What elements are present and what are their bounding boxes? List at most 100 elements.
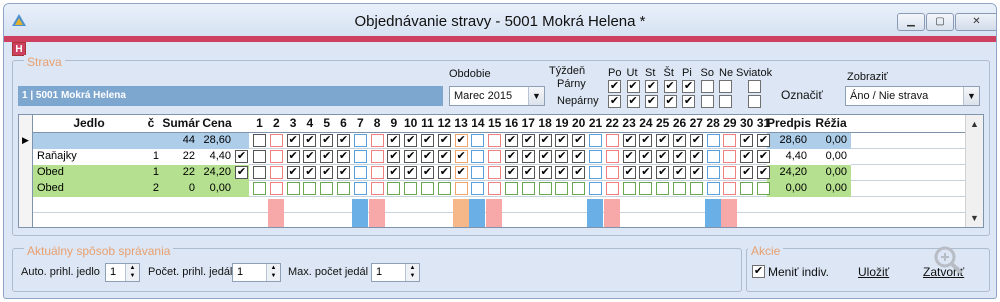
day-checkbox[interactable] bbox=[706, 182, 720, 195]
day-checkbox[interactable] bbox=[286, 182, 300, 195]
week-day-checkbox[interactable] bbox=[700, 80, 714, 93]
day-checkbox[interactable]: ✔ bbox=[454, 150, 468, 163]
day-checkbox[interactable]: ✔ bbox=[555, 166, 569, 179]
day-checkbox[interactable]: ✔ bbox=[740, 150, 754, 163]
day-checkbox[interactable] bbox=[589, 150, 602, 163]
week-day-checkbox[interactable] bbox=[719, 80, 732, 93]
day-checkbox[interactable] bbox=[488, 150, 502, 163]
day-checkbox[interactable]: ✔ bbox=[303, 134, 317, 147]
day-checkbox[interactable] bbox=[538, 182, 552, 195]
day-checkbox[interactable] bbox=[471, 182, 485, 195]
day-checkbox[interactable] bbox=[353, 166, 367, 179]
day-checkbox[interactable]: ✔ bbox=[505, 134, 518, 147]
day-checkbox[interactable]: ✔ bbox=[505, 166, 518, 179]
day-checkbox[interactable]: ✔ bbox=[656, 166, 670, 179]
day-checkbox[interactable]: ✔ bbox=[572, 166, 586, 179]
day-checkbox[interactable]: ✔ bbox=[454, 134, 468, 147]
menit-indiv-checkbox[interactable]: ✔ bbox=[752, 265, 765, 278]
day-checkbox[interactable] bbox=[370, 166, 384, 179]
day-checkbox[interactable]: ✔ bbox=[538, 166, 552, 179]
day-checkbox[interactable] bbox=[605, 134, 619, 147]
day-checkbox[interactable]: ✔ bbox=[639, 166, 653, 179]
day-checkbox[interactable]: ✔ bbox=[622, 134, 636, 147]
day-checkbox[interactable]: ✔ bbox=[286, 166, 300, 179]
week-day-checkbox[interactable]: ✔ bbox=[682, 95, 695, 108]
minimize-button[interactable]: ▁ bbox=[897, 13, 925, 31]
day-checkbox[interactable] bbox=[505, 182, 518, 195]
day-checkbox[interactable] bbox=[723, 134, 737, 147]
day-checkbox[interactable] bbox=[471, 150, 485, 163]
day-checkbox[interactable] bbox=[572, 182, 586, 195]
day-checkbox[interactable]: ✔ bbox=[521, 134, 535, 147]
day-checkbox[interactable]: ✔ bbox=[337, 134, 350, 147]
day-checkbox[interactable]: ✔ bbox=[572, 134, 586, 147]
zobrazit-select[interactable]: Áno / Nie strava ▼ bbox=[845, 86, 980, 106]
day-checkbox[interactable]: ✔ bbox=[387, 166, 401, 179]
day-checkbox[interactable]: ✔ bbox=[404, 150, 418, 163]
day-checkbox[interactable] bbox=[437, 182, 451, 195]
auto-prihl-stepper[interactable]: 1 ▲ ▼ bbox=[105, 263, 140, 282]
vertical-scrollbar[interactable]: ▲ ▼ bbox=[965, 115, 983, 227]
day-checkbox[interactable] bbox=[521, 182, 535, 195]
week-day-checkbox[interactable]: ✔ bbox=[682, 80, 695, 93]
day-checkbox[interactable]: ✔ bbox=[673, 150, 686, 163]
row-all-checkbox[interactable]: ✔ bbox=[235, 150, 248, 163]
day-checkbox[interactable]: ✔ bbox=[656, 134, 670, 147]
day-checkbox[interactable] bbox=[337, 182, 350, 195]
day-checkbox[interactable]: ✔ bbox=[437, 150, 451, 163]
stepper-arrows-icon[interactable]: ▲ ▼ bbox=[125, 264, 139, 281]
day-checkbox[interactable]: ✔ bbox=[538, 150, 552, 163]
day-checkbox[interactable] bbox=[723, 150, 737, 163]
day-checkbox[interactable] bbox=[471, 134, 485, 147]
day-checkbox[interactable] bbox=[589, 134, 602, 147]
day-checkbox[interactable]: ✔ bbox=[639, 134, 653, 147]
day-checkbox[interactable] bbox=[757, 182, 770, 195]
week-day-checkbox[interactable]: ✔ bbox=[626, 95, 640, 108]
day-checkbox[interactable] bbox=[689, 182, 703, 195]
day-checkbox[interactable]: ✔ bbox=[286, 134, 300, 147]
table-row[interactable]: 44 28,60 28,60 0,00 ✔ ✔ ✔ ✔ ✔ ✔ ✔ ✔ ✔ ✔ ✔ ✔ ✔ ✔ ✔ ✔ ✔ ✔ ✔ ✔ ✔ bbox=[19, 133, 965, 149]
day-checkbox[interactable]: ✔ bbox=[286, 150, 300, 163]
day-checkbox[interactable]: ✔ bbox=[689, 166, 703, 179]
day-checkbox[interactable]: ✔ bbox=[622, 166, 636, 179]
day-checkbox[interactable] bbox=[269, 134, 283, 147]
day-checkbox[interactable] bbox=[589, 166, 602, 179]
day-checkbox[interactable] bbox=[488, 182, 502, 195]
day-checkbox[interactable]: ✔ bbox=[622, 150, 636, 163]
week-day-checkbox[interactable] bbox=[700, 95, 714, 108]
day-checkbox[interactable]: ✔ bbox=[303, 166, 317, 179]
day-checkbox[interactable] bbox=[673, 182, 686, 195]
row-all-checkbox[interactable]: ✔ bbox=[235, 166, 248, 179]
week-day-checkbox[interactable]: ✔ bbox=[663, 95, 677, 108]
day-checkbox[interactable]: ✔ bbox=[437, 166, 451, 179]
day-checkbox[interactable] bbox=[269, 182, 283, 195]
day-checkbox[interactable] bbox=[656, 182, 670, 195]
day-checkbox[interactable]: ✔ bbox=[538, 134, 552, 147]
day-checkbox[interactable] bbox=[723, 166, 737, 179]
day-checkbox[interactable]: ✔ bbox=[320, 134, 334, 147]
day-checkbox[interactable] bbox=[320, 182, 334, 195]
day-checkbox[interactable] bbox=[639, 182, 653, 195]
day-checkbox[interactable]: ✔ bbox=[757, 150, 770, 163]
day-checkbox[interactable]: ✔ bbox=[421, 134, 434, 147]
day-checkbox[interactable] bbox=[353, 182, 367, 195]
day-checkbox[interactable]: ✔ bbox=[689, 134, 703, 147]
sviatok-neparny-checkbox[interactable] bbox=[748, 95, 761, 108]
stepper-arrows-icon[interactable]: ▲ ▼ bbox=[266, 264, 280, 281]
scroll-up-icon[interactable]: ▲ bbox=[970, 119, 979, 129]
week-day-checkbox[interactable]: ✔ bbox=[663, 80, 677, 93]
day-checkbox[interactable]: ✔ bbox=[555, 150, 569, 163]
day-checkbox[interactable]: ✔ bbox=[320, 150, 334, 163]
day-checkbox[interactable] bbox=[353, 150, 367, 163]
day-checkbox[interactable]: ✔ bbox=[673, 166, 686, 179]
day-checkbox[interactable] bbox=[253, 182, 266, 195]
scroll-down-icon[interactable]: ▼ bbox=[970, 213, 979, 223]
day-checkbox[interactable] bbox=[253, 150, 266, 163]
day-checkbox[interactable] bbox=[253, 166, 266, 179]
day-checkbox[interactable]: ✔ bbox=[303, 150, 317, 163]
stepper-arrows-icon[interactable]: ▲ ▼ bbox=[405, 264, 419, 281]
day-checkbox[interactable] bbox=[589, 182, 602, 195]
day-checkbox[interactable] bbox=[723, 182, 737, 195]
week-day-checkbox[interactable]: ✔ bbox=[645, 80, 658, 93]
close-button[interactable]: ✕ bbox=[955, 13, 996, 31]
